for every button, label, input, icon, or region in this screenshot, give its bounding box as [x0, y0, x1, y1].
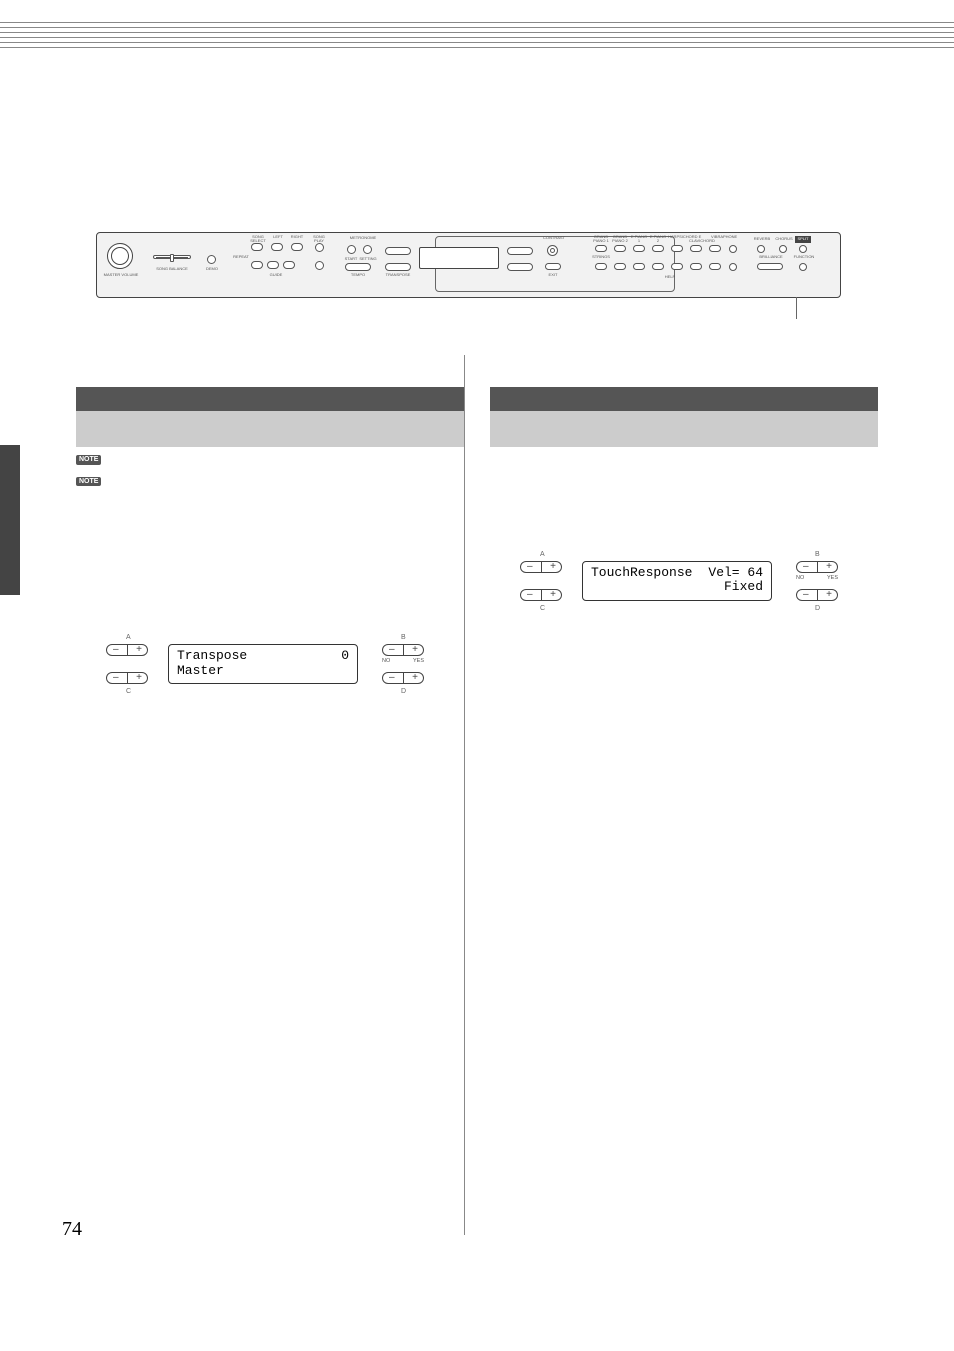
button-b[interactable]: – +	[796, 561, 838, 573]
plus-icon: +	[136, 644, 142, 656]
button-d[interactable]: – +	[796, 589, 838, 601]
lcd-l1-left: Transpose	[177, 649, 247, 663]
plus-icon: +	[826, 561, 832, 573]
plus-icon: +	[550, 561, 556, 573]
lcd-display-right: TouchResponse Vel= 64 Fixed	[582, 561, 772, 601]
disp-letter-c: C	[540, 605, 545, 612]
minus-icon: –	[389, 672, 395, 684]
lcd-l2: Fixed	[591, 580, 763, 594]
left-column: NOTE NOTE A – + – + C Transpose 0 Ma	[76, 387, 464, 704]
minus-icon: –	[113, 644, 119, 656]
minus-icon: –	[803, 589, 809, 601]
left-title-dark	[76, 387, 464, 411]
minus-icon: –	[527, 589, 533, 601]
minus-icon: –	[527, 561, 533, 573]
minus-icon: –	[389, 644, 395, 656]
button-c[interactable]: – +	[520, 589, 562, 601]
lcd-l1-left: TouchResponse	[591, 566, 692, 580]
button-a[interactable]: – +	[106, 644, 148, 656]
button-c[interactable]: – +	[106, 672, 148, 684]
disp-letter-b: B	[401, 634, 406, 641]
sub-yes: YES	[827, 575, 838, 581]
disp-letter-d: D	[815, 605, 820, 612]
button-b[interactable]: – +	[382, 644, 424, 656]
plus-icon: +	[412, 644, 418, 656]
note-icon: NOTE	[76, 477, 101, 487]
plus-icon: +	[826, 589, 832, 601]
lcd-l2: Master	[177, 664, 349, 678]
lcd-display-left: Transpose 0 Master	[168, 644, 358, 684]
plus-icon: +	[136, 672, 142, 684]
chapter-tab	[0, 445, 20, 595]
right-title-light	[490, 411, 878, 447]
lcd-l1-right: 0	[341, 649, 349, 663]
plus-icon: +	[412, 672, 418, 684]
page-header-rules	[0, 0, 954, 48]
disp-letter-c: C	[126, 688, 131, 695]
button-a[interactable]: – +	[520, 561, 562, 573]
right-column: A – + – + C TouchResponse Vel= 64 Fixed …	[490, 387, 878, 621]
disp-letter-b: B	[815, 551, 820, 558]
page-number: 74	[62, 1218, 82, 1241]
minus-icon: –	[113, 672, 119, 684]
plus-icon: +	[550, 589, 556, 601]
note-icon: NOTE	[76, 455, 101, 465]
sub-no: NO	[796, 575, 804, 581]
button-d[interactable]: – +	[382, 672, 424, 684]
right-title-dark	[490, 387, 878, 411]
disp-letter-a: A	[126, 634, 131, 641]
display-module-right: A – + – + C TouchResponse Vel= 64 Fixed …	[490, 551, 878, 621]
disp-letter-d: D	[401, 688, 406, 695]
sub-yes: YES	[413, 658, 424, 664]
lcd-l1-right: Vel= 64	[708, 566, 763, 580]
left-title-light	[76, 411, 464, 447]
sub-no: NO	[382, 658, 390, 664]
display-module-left: A – + – + C Transpose 0 Master B	[76, 634, 464, 704]
minus-icon: –	[803, 561, 809, 573]
disp-letter-a: A	[540, 551, 545, 558]
